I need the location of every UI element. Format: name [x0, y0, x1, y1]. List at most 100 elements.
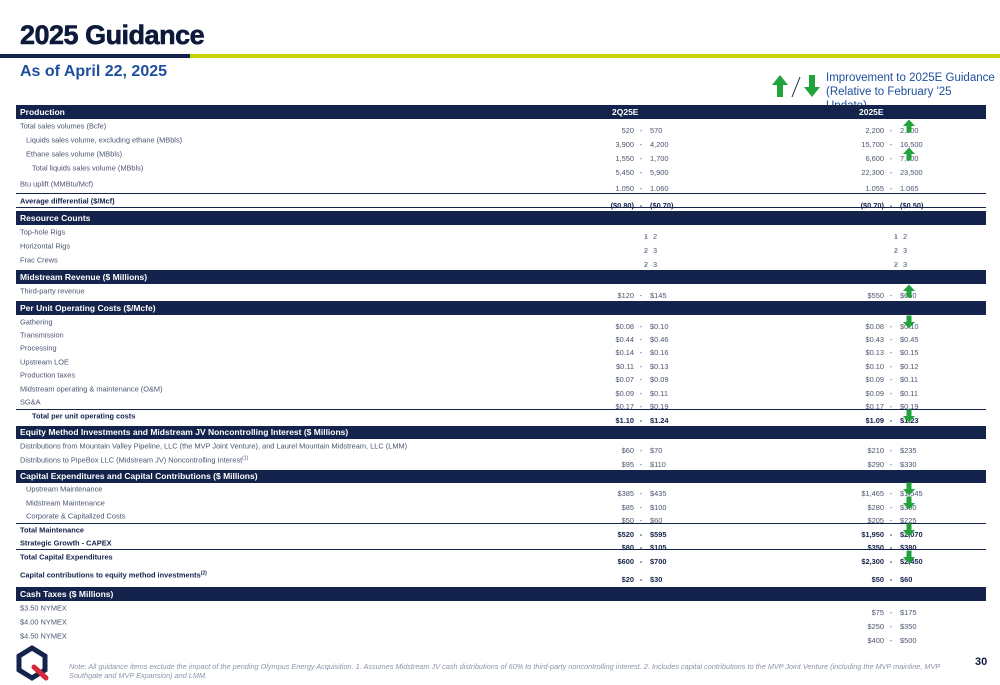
range-separator: - [639, 200, 643, 210]
table-row: $4.50 NYMEX $400- $500 [16, 629, 986, 646]
row-label: Upstream Maintenance [26, 484, 103, 494]
row-label: Gathering [20, 317, 53, 327]
section-title: Cash Taxes ($ Millions) [20, 589, 114, 600]
range-high: $30 [650, 574, 663, 584]
range-separator: - [639, 460, 643, 470]
table-row: Transmission $0.44- $0.46 $0.43- $0.45 [16, 328, 986, 345]
range-separator: - [889, 460, 893, 470]
improvement-down-arrow-icon [903, 523, 915, 537]
section-header: Midstream Revenue ($ Millions) [16, 270, 986, 284]
row-label: SG&A [20, 397, 41, 407]
range-high: $110 [650, 460, 666, 470]
table-row: Total per unit operating costs $1.10- $1.2… [16, 408, 986, 426]
range-low: ($0.80) [610, 200, 634, 210]
row-label: Total liquids sales volume (MBbls) [32, 163, 144, 173]
row-label: Average differential ($/Mcf) [20, 196, 115, 205]
range-separator: - [889, 636, 893, 646]
range-high: $1.24 [650, 416, 669, 426]
footnote-ref: (2) [200, 570, 207, 576]
range-low: $120 [617, 291, 634, 300]
row-label: Total per unit operating costs [32, 411, 136, 421]
range-separator: - [889, 184, 893, 193]
row-label: $3.50 NYMEX [20, 603, 67, 613]
table-row: Midstream Maintenance$85-$100$280-$300 [16, 496, 986, 512]
row-label: Distributions from Mountain Valley Pipel… [20, 441, 408, 451]
table-row: Horizontal Rigs 2-3 2-3 [16, 239, 986, 256]
table-row: SG&A $0.17- $0.19 $0.17- $0.19 [16, 395, 986, 412]
table-row: Total sales volumes (Bcfe)520-5702,200-2… [16, 119, 986, 135]
section-header: Capital Expenditures and Capital Contrib… [16, 469, 986, 483]
row-label: $4.00 NYMEX [20, 617, 67, 627]
table-row: Strategic Growth - CAPEX $80- $105 $350- $38… [16, 537, 986, 552]
table-row: Upstream LOE $0.11- $0.13 $0.10- $0.12 [16, 355, 986, 371]
column-header-2025e: 2025E [859, 107, 884, 117]
range-separator: - [889, 200, 893, 210]
range-separator: - [889, 574, 893, 584]
range-high: $60 [900, 574, 913, 584]
section-header: Resource Counts [16, 211, 986, 225]
row-label: Horizontal Rigs [20, 241, 71, 251]
row-label: Liquids sales volume, excluding ethane (… [26, 135, 183, 145]
section-header: Cash Taxes ($ Millions) [16, 587, 986, 602]
range-separator: - [639, 416, 643, 426]
title-underline-navy [0, 54, 190, 58]
table-row: Frac Crews 2-3 2-3 [16, 253, 986, 270]
row-label: Capital contributions to equity method i… [20, 570, 207, 580]
section-title: Equity Method Investments and Midstream … [20, 427, 349, 438]
table-row: Total Maintenance $520- $595 $1,950- $2,070 [16, 523, 986, 539]
row-label: Transmission [20, 330, 64, 340]
row-label: Total Capital Expenditures [20, 552, 113, 562]
table-row: Liquids sales volume, excluding ethane (… [16, 133, 986, 150]
range-low: $20 [621, 574, 634, 584]
improvement-up-arrow-icon [903, 147, 915, 161]
row-label: Strategic Growth - CAPEX [20, 538, 112, 548]
row-label: Ethane sales volume (MBbls) [26, 149, 123, 159]
section-header: Per Unit Operating Costs ($/Mcfe) [16, 301, 986, 315]
table-row: Ethane sales volume (MBbls) 1,550-1,700 6,… [16, 147, 986, 163]
title-underline-lime [190, 54, 1000, 58]
row-label: Third-party revenue [20, 286, 85, 296]
row-label: Top-hole Rigs [20, 227, 66, 237]
row-label: Btu uplift (MMBtu/Mcf) [20, 179, 94, 189]
range-high: ($0.70) [650, 200, 674, 210]
table-row: Gathering$0.08-$0.10$0.08-$0.10 [16, 315, 986, 331]
table-row: Processing $0.14- $0.16 $0.13- $0.15 [16, 342, 986, 358]
range-low: $50 [871, 574, 884, 584]
row-label: Distributions to PipeBox LLC (Midstream … [20, 455, 249, 465]
page-subtitle: As of April 22, 2025 [20, 63, 168, 80]
range-low: $400 [867, 636, 884, 646]
table-row: Upstream Maintenance $385- $435 $1,465- $1,5… [16, 482, 986, 498]
range-high: 1.060 [650, 184, 669, 193]
range-separator: - [894, 260, 898, 269]
range-low: $1.09 [865, 416, 885, 426]
improvement-up-arrow-icon [903, 284, 915, 298]
legend-arrows-icon [772, 75, 820, 98]
table-row: Capital contributions to equity method i… [16, 564, 986, 585]
range-high: 1.065 [900, 184, 919, 193]
column-header-2q25e: 2Q25E [612, 107, 639, 117]
table-row: Total Capital Expenditures $600- $700 $2,30… [16, 550, 986, 566]
range-low: $290 [867, 460, 884, 470]
range-low: ($0.70) [860, 200, 884, 210]
section-title: Midstream Revenue ($ Millions) [20, 272, 148, 282]
improvement-down-arrow-icon [903, 550, 915, 564]
row-label: Midstream Maintenance [26, 498, 105, 508]
table-row: Distributions to PipeBox LLC (Midstream … [16, 453, 986, 470]
row-label: Total Maintenance [20, 525, 84, 535]
table-row: $3.50 NYMEX $75- $175 [16, 601, 986, 618]
section-header: Production 2Q25E 2025E [16, 105, 986, 119]
range-separator: - [889, 416, 893, 426]
row-label: Midstream operating & maintenance (O&M) [20, 384, 163, 394]
range-high: 3 [903, 260, 908, 269]
company-logo-icon [16, 645, 49, 681]
section-title: Resource Counts [20, 213, 91, 223]
row-label: Frac Crews [20, 255, 58, 265]
row-label: $4.50 NYMEX [20, 631, 67, 641]
range-low: 1.055 [865, 184, 885, 193]
guidance-table: Production 2Q25E 2025E Total sales volumes … [16, 105, 986, 646]
section-header: Equity Method Investments and Midstream … [16, 425, 986, 439]
page-title: 2025 Guidance [20, 20, 205, 51]
table-row: Corporate & Capitalized Costs $50- $60 $205… [16, 510, 986, 526]
table-row: Midstream operating & maintenance (O&M) $… [16, 382, 986, 398]
section-title: Capital Expenditures and Capital Contrib… [20, 471, 258, 482]
